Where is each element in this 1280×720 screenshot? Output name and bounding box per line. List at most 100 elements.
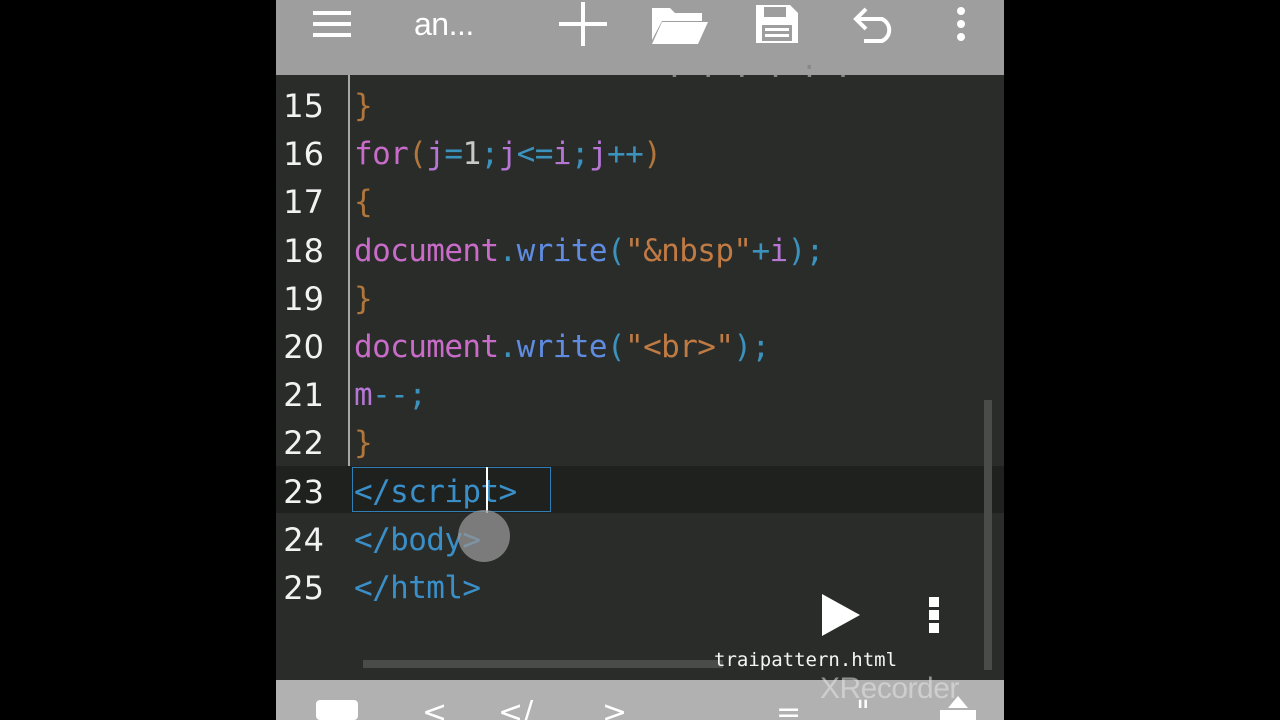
file-name-label: traipattern.html <box>714 649 898 671</box>
code-token: ); <box>733 329 770 365</box>
line-number: 22 <box>283 424 324 463</box>
code-text: } <box>354 419 373 467</box>
undo-icon <box>853 7 892 43</box>
code-token: 1 <box>462 136 481 173</box>
code-text: m--; <box>354 371 427 419</box>
save-icon <box>756 5 798 43</box>
plus-icon <box>559 2 607 46</box>
code-token: m <box>354 377 373 414</box>
code-token: for <box>354 136 409 173</box>
code-line[interactable]: 20 document.write("<br>"); <box>276 323 1004 371</box>
code-token: } <box>354 425 373 462</box>
symbol-key-equals[interactable]: = <box>776 698 801 720</box>
code-token: ( <box>408 136 427 173</box>
symbol-key-lt[interactable]: < <box>422 698 447 720</box>
code-token: j <box>498 136 518 173</box>
code-token: --; <box>372 377 427 414</box>
code-token: > <box>462 570 481 606</box>
vertical-scrollbar[interactable] <box>984 400 992 670</box>
code-token: </ <box>354 570 391 606</box>
save-button[interactable] <box>752 0 802 48</box>
line-number: 17 <box>283 183 324 222</box>
more-vertical-icon <box>929 597 939 633</box>
menu-button[interactable] <box>306 0 358 48</box>
play-icon <box>822 594 860 636</box>
code-token: html <box>390 570 463 606</box>
line-number: 24 <box>283 520 324 559</box>
phone-screen: an... . . . . ; . 15} 16 for(j=1;j<=i;j… <box>276 0 1004 720</box>
code-token: ); <box>787 232 825 269</box>
code-line[interactable]: 16 for(j=1;j<=i;j++) <box>276 130 1004 178</box>
code-token: document <box>354 329 499 365</box>
code-token: <= <box>516 136 554 173</box>
folder-open-icon <box>652 8 708 44</box>
code-token: } <box>354 88 373 124</box>
code-line[interactable]: 15} <box>276 82 1004 130</box>
code-token: { <box>354 184 373 221</box>
code-line[interactable]: 22} <box>276 419 1004 467</box>
code-text: for(j=1;j<=i;j++) <box>354 130 662 178</box>
code-line[interactable]: 19} <box>276 275 1004 323</box>
code-token: + <box>751 232 770 269</box>
overflow-menu-button[interactable] <box>946 0 976 48</box>
code-line[interactable]: 24</body> <box>276 516 1004 564</box>
file-title[interactable]: an... <box>414 0 504 48</box>
menu-icon <box>313 11 351 37</box>
new-file-button[interactable] <box>556 0 610 48</box>
code-token: </ <box>354 521 391 558</box>
code-token: write <box>516 232 608 269</box>
symbol-key-close-tag[interactable]: </ <box>498 698 533 720</box>
code-text: } <box>354 82 373 130</box>
undo-button[interactable] <box>850 0 900 48</box>
partial-code-line: . . . . ; . <box>666 53 852 77</box>
code-line[interactable]: 25 </html> <box>276 564 1004 612</box>
line-number: 25 <box>283 569 324 607</box>
code-text: </html> <box>354 564 481 612</box>
code-token: write <box>516 329 608 365</box>
code-text: { <box>354 178 373 226</box>
line-number: 18 <box>283 231 324 270</box>
code-token: body <box>390 521 463 558</box>
keyboard-toggle-button[interactable] <box>316 700 358 720</box>
file-options-button[interactable] <box>926 595 956 643</box>
code-token: . <box>498 329 518 365</box>
run-button[interactable] <box>816 590 866 640</box>
code-token: ; <box>480 136 500 173</box>
code-text: } <box>354 275 373 323</box>
text-cursor <box>486 467 488 513</box>
code-line[interactable]: 18 document.write("&nbsp"+i); <box>276 227 1004 275</box>
code-line[interactable]: 17 { <box>276 178 1004 226</box>
code-token: j <box>588 136 608 173</box>
code-token: "<br>" <box>625 329 734 365</box>
code-token: ) <box>643 136 662 173</box>
app-toolbar: an... <box>276 0 1004 75</box>
code-token: ++ <box>607 136 644 173</box>
code-token: ; <box>570 136 590 173</box>
line-number: 15 <box>283 87 324 125</box>
line-number: 23 <box>283 472 324 511</box>
code-text: document.write("<br>"); <box>354 323 770 371</box>
line-number: 19 <box>283 279 324 318</box>
line-number: 20 <box>283 328 324 366</box>
code-token: "&nbsp" <box>625 232 752 269</box>
code-token: ( <box>606 232 626 269</box>
tag-match-highlight <box>352 467 551 512</box>
open-folder-button[interactable] <box>648 0 712 48</box>
line-number: 16 <box>283 135 324 174</box>
horizontal-scrollbar[interactable] <box>363 660 723 668</box>
symbol-key-gt[interactable]: > <box>602 698 627 720</box>
code-token: . <box>498 232 518 269</box>
code-token: document <box>354 232 499 269</box>
line-number: 21 <box>283 376 324 415</box>
code-token: ( <box>606 329 626 365</box>
code-token: i <box>552 136 572 173</box>
more-vertical-icon <box>957 7 965 41</box>
recorder-watermark: XRecorder <box>820 672 959 705</box>
code-editor[interactable]: . . . . ; . 15} 16 for(j=1;j<=i;j++) 17 {18 d… <box>276 53 1004 680</box>
code-line[interactable]: 21 m--; <box>276 371 1004 419</box>
code-token: } <box>354 280 373 317</box>
code-token: j <box>426 136 445 173</box>
code-token: i <box>769 232 789 269</box>
code-text: document.write("&nbsp"+i); <box>354 227 824 275</box>
touch-indicator <box>458 510 510 562</box>
